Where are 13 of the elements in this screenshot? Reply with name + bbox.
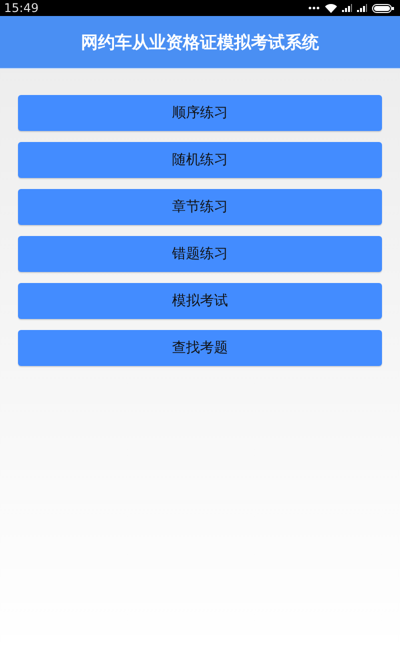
status-time: 15:49 xyxy=(4,1,39,15)
battery-icon xyxy=(372,4,394,12)
menu-button[interactable]: 随机练习 xyxy=(18,142,382,178)
menu-button[interactable]: 查找考题 xyxy=(18,330,382,366)
app-title: 网约车从业资格证模拟考试系统 xyxy=(81,32,319,54)
signal-icon xyxy=(357,4,367,12)
wifi-icon xyxy=(325,4,337,12)
menu-button[interactable]: 顺序练习 xyxy=(18,95,382,131)
signal-icon xyxy=(342,4,352,12)
menu-button[interactable]: 章节练习 xyxy=(18,189,382,225)
menu-button[interactable]: 模拟考试 xyxy=(18,283,382,319)
menu-button[interactable]: 错题练习 xyxy=(18,236,382,272)
more-dots-icon xyxy=(308,6,320,10)
